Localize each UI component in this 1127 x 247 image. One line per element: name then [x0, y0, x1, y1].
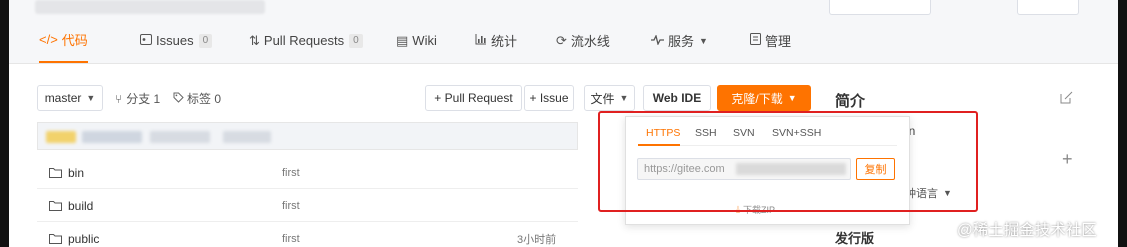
commit-time: 3小时前: [517, 233, 557, 246]
tab-services[interactable]: 服务 ▼: [651, 18, 708, 63]
commit-id-blurred: [150, 131, 210, 143]
clone-popup: HTTPS SSH SVN SVN+SSH 复制 ⤓ 下载ZIP: [625, 116, 910, 225]
fork-button[interactable]: [1017, 0, 1079, 15]
branch-icon: ⑂: [115, 91, 123, 106]
clone-tab-https[interactable]: HTTPS: [646, 127, 680, 139]
page-canvas: </> 代码 Issues 0 ⇅ Pull Requests 0 ▤ Wiki…: [9, 0, 1118, 247]
tab-stats[interactable]: 统计: [475, 18, 517, 63]
clone-tab-svn[interactable]: SVN: [733, 127, 755, 139]
commit-message-blurred: [223, 131, 271, 143]
clone-download-button[interactable]: 克隆/下载 ▼: [717, 85, 811, 111]
copy-button[interactable]: 复制: [856, 158, 895, 180]
commit-message[interactable]: first: [282, 222, 300, 247]
tag-icon: [173, 92, 184, 106]
clone-tab-ssh[interactable]: SSH: [695, 127, 717, 139]
wiki-icon: ▤: [396, 32, 409, 48]
chevron-down-icon: ▼: [943, 188, 952, 198]
repo-header-strip: [9, 0, 1118, 18]
tab-pull-requests[interactable]: ⇅ Pull Requests 0: [249, 18, 363, 63]
edit-icon[interactable]: [1060, 91, 1073, 109]
repo-tabs: </> 代码 Issues 0 ⇅ Pull Requests 0 ▤ Wiki…: [9, 18, 1118, 64]
clone-tab-svn-ssh[interactable]: SVN+SSH: [772, 127, 821, 139]
issues-count-badge: 0: [198, 33, 213, 48]
author-blurred: [82, 131, 142, 143]
chevron-down-icon: ▼: [86, 93, 96, 103]
file-dropdown[interactable]: 文件 ▼: [584, 85, 635, 111]
folder-icon: [49, 234, 62, 244]
file-row[interactable]: public first 3小时前: [37, 222, 578, 247]
file-name[interactable]: build: [68, 199, 93, 213]
branches-link[interactable]: ⑂ 分支 1: [115, 90, 160, 107]
clone-url-blurred: [736, 163, 846, 175]
code-icon: </>: [39, 32, 58, 47]
branch-select[interactable]: master ▼: [37, 85, 103, 111]
tab-code[interactable]: </> 代码: [39, 18, 88, 63]
tab-issues[interactable]: Issues 0: [140, 18, 213, 63]
intro-title: 简介: [835, 93, 866, 110]
chevron-down-icon: ▼: [787, 93, 797, 103]
file-name[interactable]: public: [68, 232, 99, 246]
folder-icon: [49, 168, 62, 178]
tab-pipeline[interactable]: ⟳ 流水线: [556, 18, 610, 63]
repo-name-blurred: [35, 0, 265, 14]
releases-title: 发行版: [835, 231, 875, 246]
new-issue-button[interactable]: + Issue: [524, 85, 574, 111]
pull-request-icon: ⇅: [249, 32, 260, 48]
latest-commit-bar: [37, 122, 578, 150]
language-selector[interactable]: 种语言 ▼: [905, 185, 952, 201]
pulse-icon: [651, 33, 664, 48]
issue-icon: [140, 33, 152, 48]
avatar-blurred: [46, 131, 76, 143]
commit-message[interactable]: first: [282, 156, 300, 189]
new-pull-request-button[interactable]: + Pull Request: [425, 85, 522, 111]
watermark: @稀土掘金技术社区: [957, 222, 1097, 239]
commit-message[interactable]: first: [282, 189, 300, 222]
watch-button[interactable]: [829, 0, 931, 15]
chevron-down-icon: ▼: [619, 93, 629, 103]
file-row[interactable]: bin first: [37, 156, 578, 189]
web-ide-button[interactable]: Web IDE: [643, 85, 711, 111]
chevron-down-icon: ▼: [699, 35, 708, 46]
active-tab-indicator: [638, 144, 680, 146]
pipeline-icon: ⟳: [556, 32, 567, 48]
file-name[interactable]: bin: [68, 166, 84, 180]
add-icon[interactable]: +: [1062, 149, 1073, 170]
tags-link[interactable]: 标签 0: [173, 90, 221, 107]
tab-wiki[interactable]: ▤ Wiki: [396, 18, 437, 63]
file-row[interactable]: build first: [37, 189, 578, 222]
manage-icon: [750, 33, 761, 48]
tab-manage[interactable]: 管理: [750, 18, 791, 63]
download-icon: ⤓: [736, 204, 740, 214]
download-zip-link[interactable]: ⤓ 下载ZIP: [736, 203, 775, 216]
folder-icon: [49, 201, 62, 211]
chart-icon: [475, 33, 487, 48]
pull-requests-count-badge: 0: [349, 33, 363, 48]
